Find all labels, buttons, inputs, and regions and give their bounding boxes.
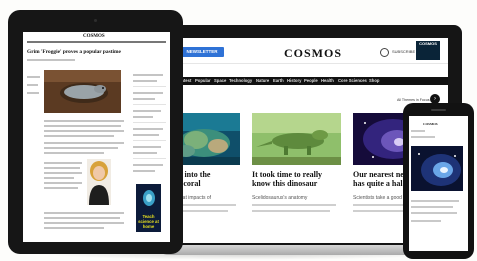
sidebar-line [133,164,163,166]
site-logo[interactable]: COSMOS [284,46,342,61]
card-3-title-line-1: Our nearest neig [353,170,411,179]
text-line [411,130,425,132]
phone-site-logo[interactable]: COSMOS [423,122,438,126]
body-line [44,162,82,164]
nav-item-earth[interactable]: Earth [273,77,284,85]
ad-text[interactable]: Teach science at home [137,214,160,229]
nav-item-space[interactable]: Space [214,77,226,85]
nav-item-people[interactable]: People [304,77,318,85]
divider [133,158,166,159]
text-line [411,212,457,214]
phone-screen: COSMOS [409,116,468,251]
text-line [411,220,441,222]
body-line [44,167,80,169]
tablet-site-logo[interactable]: COSMOS [83,34,105,39]
card-3-blurb: Scientists take a good l [353,195,405,201]
body-line [44,120,124,122]
newsletter-button[interactable]: NEWSLETTER [180,47,224,57]
sidebar-line [133,92,163,94]
chevron-right-icon: › [434,96,436,102]
body-line [44,147,118,149]
sidebar-line [133,110,161,112]
body-line [44,125,121,127]
body-line [44,222,124,224]
space-illustration [136,184,161,210]
sidebar-line [133,116,153,118]
author-portrait [87,159,111,205]
divider [133,140,166,141]
text-line [411,200,459,202]
nav-item-nature[interactable]: Nature [256,77,269,85]
sidebar-line [27,76,40,78]
magazine-title: COSMOS [419,41,437,46]
sidebar-line [27,84,38,86]
frog-image[interactable] [44,70,121,113]
tablet-device: COSMOS Grim 'Froggie' proves a popular p… [8,10,183,254]
divider [133,104,166,105]
body-line [44,227,104,229]
user-icon[interactable] [380,48,389,57]
sidebar-line [133,74,163,76]
phone-speaker [431,109,446,111]
byline [27,59,75,61]
body-line [44,217,120,219]
card-2-title-line-2: know this dinosaur [252,179,318,188]
text-line [252,210,330,212]
main-nav: Latest Popular Space Technology Nature E… [166,77,448,85]
sidebar-line [133,98,155,100]
body-line [44,187,78,189]
sidebar-line [27,92,39,94]
nav-item-health[interactable]: Health [321,77,334,85]
text-line [252,204,336,206]
body-line [44,182,82,184]
card-2-blurb: Scelidosaurus's anatomy [252,195,308,201]
body-line [44,130,124,132]
divider [133,86,166,87]
sidebar-line [133,170,155,172]
sidebar-line [133,146,161,148]
tablet-nav [27,41,166,43]
card-3-title-line-2: has quite a halo [353,179,407,188]
card-3-title[interactable]: Our nearest neig has quite a halo [353,170,410,188]
body-line [44,177,74,179]
nav-item-shop[interactable]: Shop [369,77,379,85]
sidebar-line [133,80,157,82]
nav-item-history[interactable]: History [287,77,301,85]
nav-item-technology[interactable]: Technology [229,77,252,85]
body-line [44,172,82,174]
all-themes-link[interactable]: All Themes in Focus [397,98,430,102]
body-line [44,152,104,154]
site-header: NEWSLETTER COSMOS SUBSCRIBE COSMOS [166,38,448,64]
card-2-title-line-1: It took time to really [252,170,323,179]
sidebar-line [133,152,157,154]
body-line [44,142,124,144]
tablet-article-title: Grim 'Froggie' proves a popular pastime [27,49,121,55]
text-line [411,206,453,208]
nav-item-core-sciences[interactable]: Core Sciences [338,77,367,85]
divider [133,122,166,123]
nav-item-popular[interactable]: Popular [195,77,211,85]
text-line [411,136,435,138]
galaxy-image[interactable] [411,146,463,191]
sidebar-line [133,134,159,136]
phone-device: COSMOS [403,103,474,259]
sidebar-line [133,128,163,130]
tablet-screen: COSMOS Grim 'Froggie' proves a popular p… [23,32,170,242]
body-line [44,212,124,214]
dinosaur-image[interactable] [252,113,341,165]
card-2-title[interactable]: It took time to really know this dinosau… [252,170,322,188]
tablet-camera [94,19,97,22]
subscribe-link[interactable]: SUBSCRIBE [392,49,415,54]
magazine-cover[interactable]: COSMOS [416,41,440,60]
body-line [44,135,114,137]
